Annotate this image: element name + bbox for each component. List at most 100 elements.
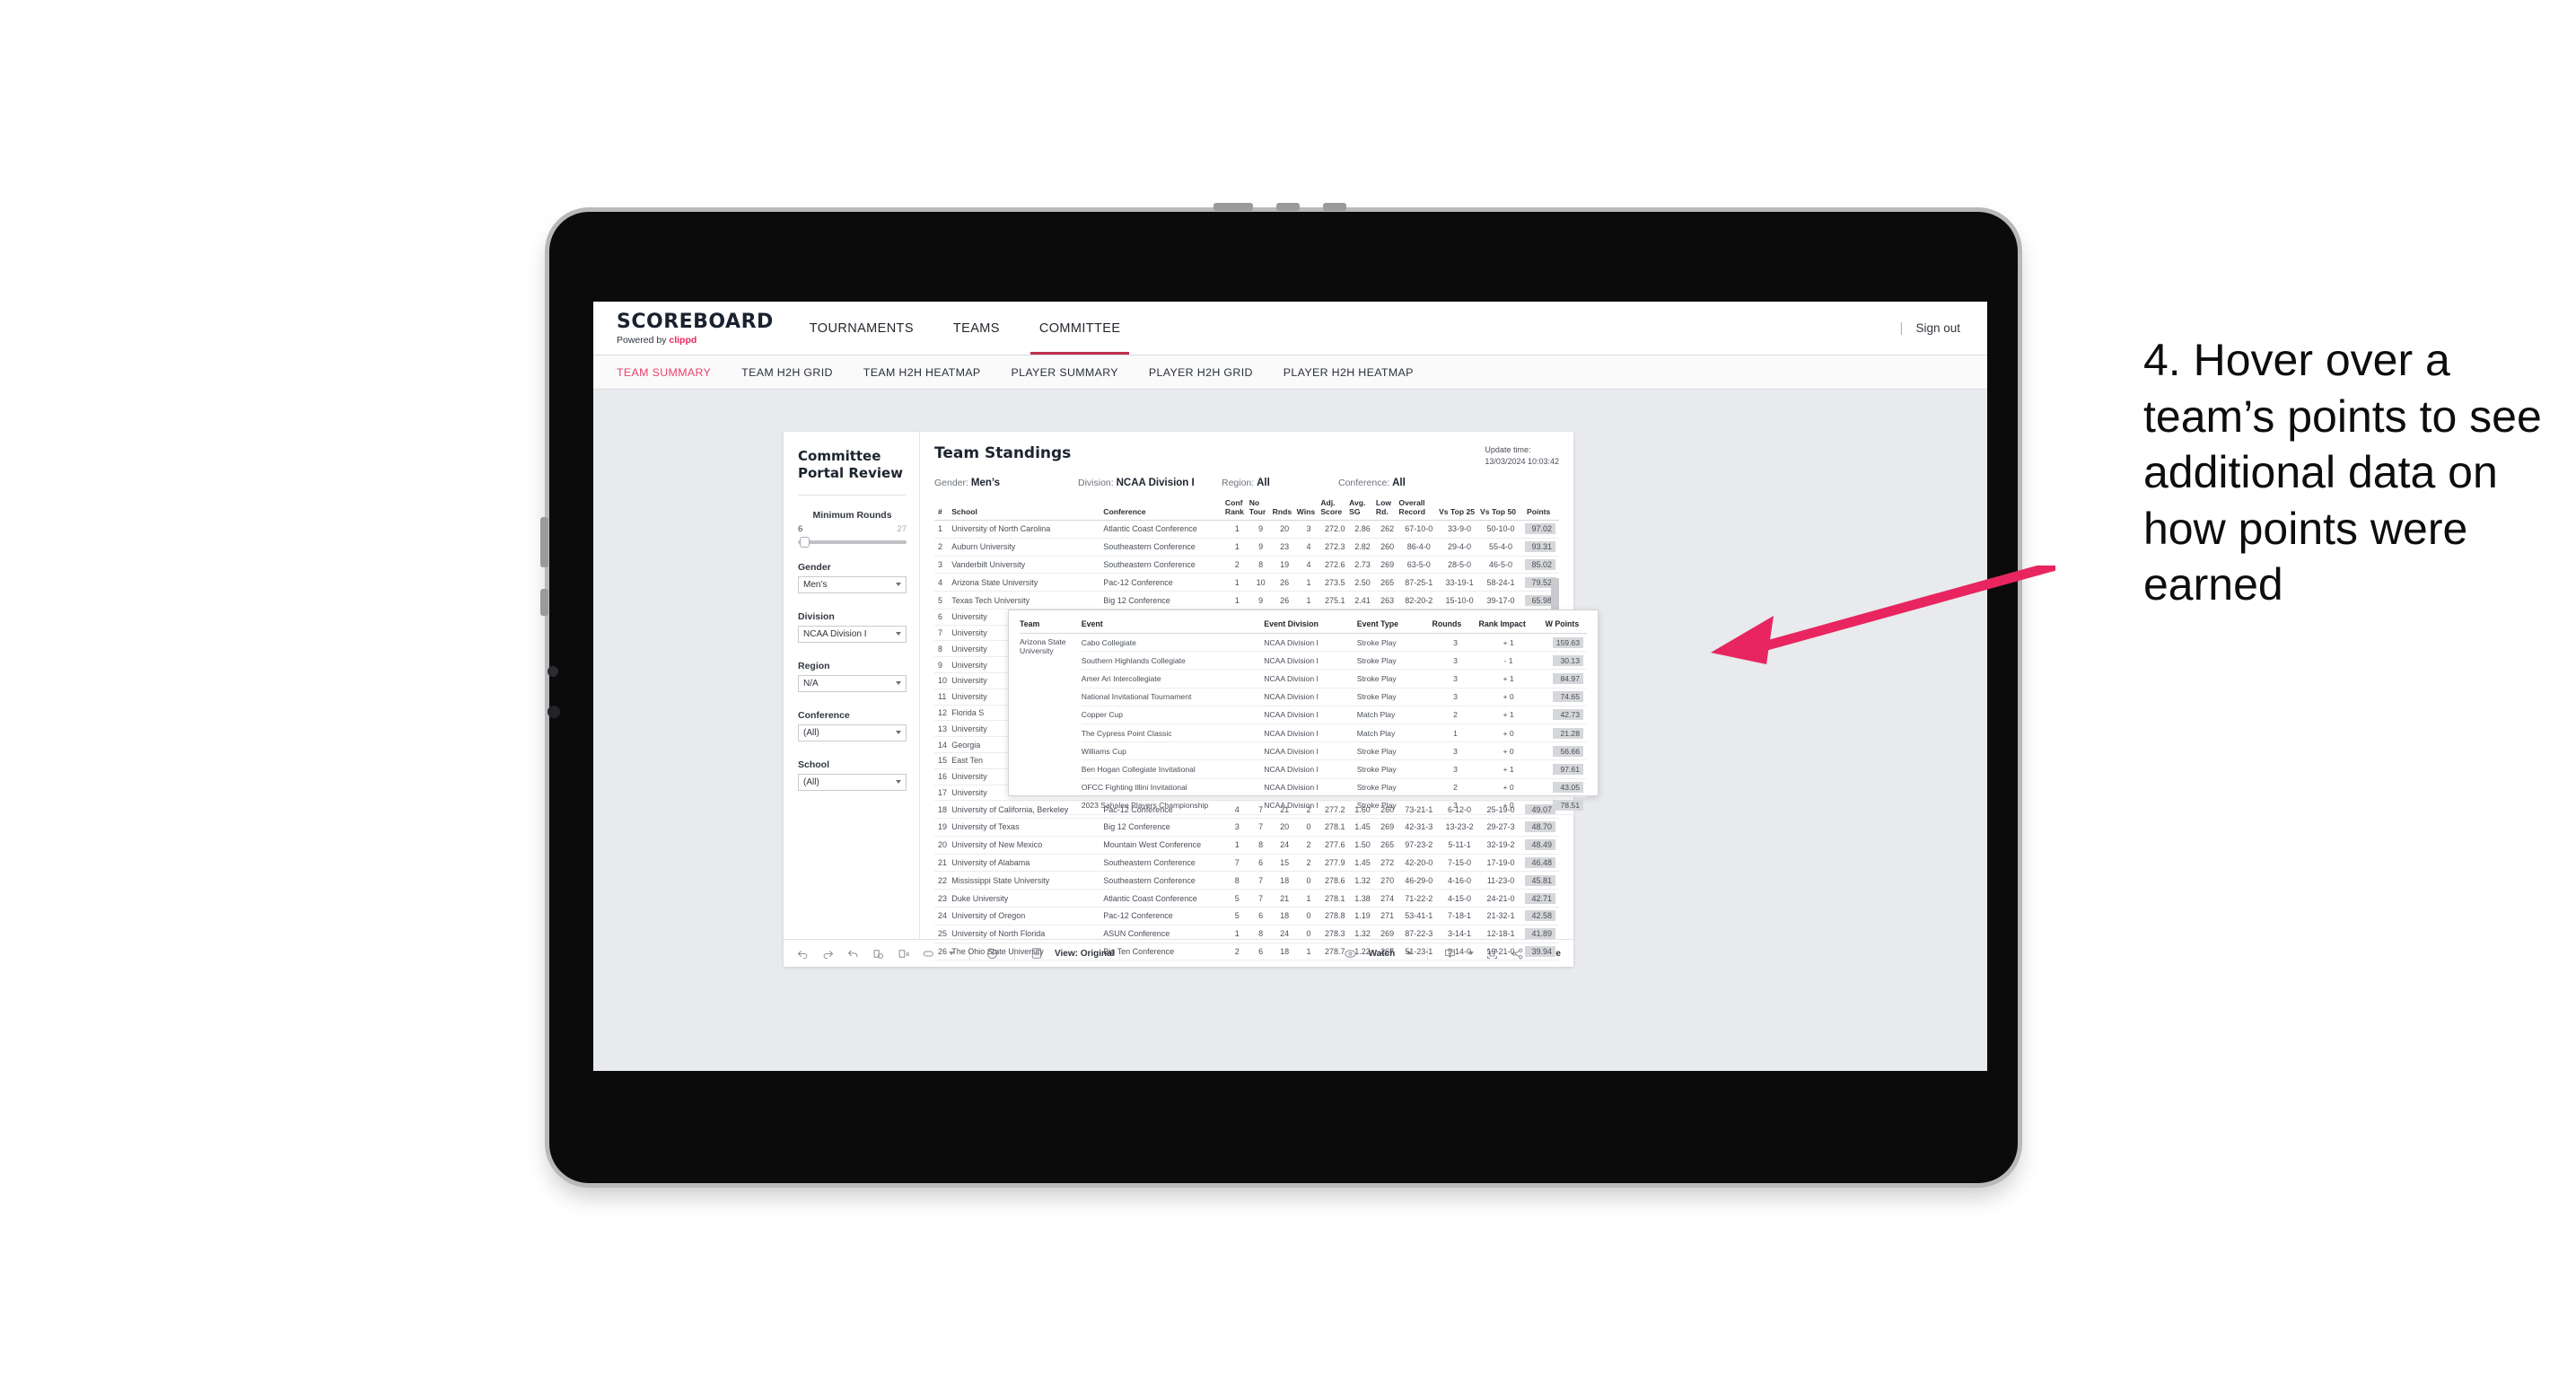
cell-points[interactable]: 41.89 — [1521, 925, 1559, 943]
cell-points[interactable]: 42.58 — [1521, 907, 1559, 925]
cell-wins: 4 — [1296, 538, 1321, 557]
cell-record: 42-20-0 — [1398, 854, 1440, 873]
undo-icon[interactable] — [796, 947, 810, 961]
cell-points[interactable]: 45.81 — [1521, 871, 1559, 890]
nav-item-committee[interactable]: COMMITTEE — [1020, 302, 1141, 355]
division-select[interactable]: NCAA Division I — [798, 625, 907, 643]
refresh-data-icon[interactable] — [872, 947, 885, 961]
tab-team-summary[interactable]: TEAM SUMMARY — [617, 366, 711, 379]
points-value[interactable]: 42.71 — [1525, 892, 1555, 904]
minimum-rounds-slider[interactable] — [798, 536, 907, 548]
col-avg-sg[interactable]: Avg. SG — [1349, 498, 1376, 522]
col-low-rd[interactable]: Low Rd. — [1375, 498, 1399, 522]
table-row[interactable]: 1 University of North Carolina Atlantic Co… — [934, 520, 1559, 539]
cell-points[interactable]: 39.94 — [1521, 943, 1559, 961]
cell-points[interactable]: 48.70 — [1521, 818, 1559, 837]
school-select[interactable]: (All) — [798, 773, 907, 791]
table-row[interactable]: 19 University of Texas Big 12 Conference 3 7… — [934, 818, 1559, 837]
table-row[interactable]: 26 The Ohio State University Big Ten Confe… — [934, 943, 1559, 961]
table-row[interactable]: 21 University of Alabama Southeastern Conf… — [934, 854, 1559, 873]
cell-record: 63-5-0 — [1398, 556, 1440, 575]
pause-updates-icon[interactable] — [897, 947, 910, 961]
col-rnds[interactable]: Rnds — [1272, 499, 1297, 522]
signout-link[interactable]: Sign out — [1915, 321, 1960, 335]
points-value[interactable]: 41.89 — [1525, 928, 1555, 940]
slider-handle[interactable] — [800, 536, 810, 548]
nav-item-teams[interactable]: TEAMS — [933, 302, 1020, 355]
cell-low-rd: 269 — [1375, 925, 1399, 943]
nav-divider: | — [1899, 320, 1904, 336]
cell-rnds: 18 — [1272, 871, 1297, 890]
tooltip-cell-w-points: 159.63 — [1538, 633, 1587, 653]
table-row[interactable]: 23 Duke University Atlantic Coast Conferen… — [934, 889, 1559, 908]
dashboard-canvas: Committee Portal Review Minimum Rounds 6… — [593, 390, 1987, 1071]
tab-team-h2h-grid[interactable]: TEAM H2H GRID — [741, 366, 833, 379]
tooltip-cell-w-points: 56.66 — [1538, 741, 1587, 761]
cell-no-tour: 9 — [1249, 591, 1273, 610]
col-conf-rank[interactable]: Conf Rank — [1224, 498, 1249, 522]
cell-avg-sg: 1.32 — [1349, 925, 1376, 943]
table-row[interactable]: 4 Arizona State University Pac-12 Conferen… — [934, 573, 1559, 592]
col-vs-top-50[interactable]: Vs Top 50 — [1480, 499, 1522, 522]
cell-points[interactable]: 93.31 — [1521, 538, 1559, 557]
cell-conf-rank: 1 — [1224, 538, 1249, 557]
cell-adj-score: 275.1 — [1320, 591, 1350, 610]
points-value[interactable]: 42.58 — [1525, 910, 1555, 922]
table-row[interactable]: 5 Texas Tech University Big 12 Conference 1… — [934, 591, 1559, 610]
col-school[interactable]: School — [951, 499, 1104, 522]
redo-icon[interactable] — [821, 947, 835, 961]
table-row[interactable]: 25 University of North Florida ASUN Confer… — [934, 925, 1559, 943]
points-value[interactable]: 39.94 — [1525, 945, 1555, 957]
nav-item-tournaments[interactable]: TOURNAMENTS — [790, 302, 933, 355]
cell-points[interactable]: 46.48 — [1521, 854, 1559, 873]
tab-player-h2h-grid[interactable]: PLAYER H2H GRID — [1149, 366, 1253, 379]
gender-select[interactable]: Men’s — [798, 575, 907, 593]
cell-points[interactable]: 48.49 — [1521, 836, 1559, 855]
points-value[interactable]: 85.02 — [1525, 558, 1555, 570]
cell-rnds: 26 — [1272, 573, 1297, 592]
region-select[interactable]: N/A — [798, 674, 907, 692]
cell-conf-rank: 1 — [1224, 520, 1249, 539]
points-value[interactable]: 93.31 — [1525, 541, 1555, 553]
table-row[interactable]: 20 University of New Mexico Mountain West … — [934, 836, 1559, 855]
cell-rnds: 24 — [1272, 836, 1297, 855]
table-row[interactable]: 24 University of Oregon Pac-12 Conference 5… — [934, 907, 1559, 925]
col-points[interactable]: Points — [1521, 499, 1559, 522]
conference-select[interactable]: (All) — [798, 724, 907, 741]
points-value[interactable]: 48.70 — [1525, 821, 1555, 833]
points-value[interactable]: 48.49 — [1525, 839, 1555, 851]
tooltip-cell-division: NCAA Division I — [1264, 741, 1357, 761]
panel-divider — [798, 494, 907, 496]
tab-player-h2h-heatmap[interactable]: PLAYER H2H HEATMAP — [1284, 366, 1414, 379]
cell-points[interactable]: 42.71 — [1521, 889, 1559, 908]
table-row[interactable]: 22 Mississippi State University Southeaste… — [934, 871, 1559, 890]
col-overall-record[interactable]: Overall Record — [1398, 498, 1440, 522]
brand-title: SCOREBOARD — [617, 311, 774, 333]
tooltip-cell-division: NCAA Division I — [1264, 724, 1357, 743]
cell-conference: Southeastern Conference — [1103, 871, 1225, 890]
brand-logo[interactable]: SCOREBOARD Powered by clippd — [593, 302, 790, 355]
tab-team-h2h-heatmap[interactable]: TEAM H2H HEATMAP — [863, 366, 981, 379]
col-conference[interactable]: Conference — [1103, 499, 1225, 522]
col-adj-score[interactable]: Adj. Score — [1320, 498, 1350, 522]
cell-record: 53-41-1 — [1398, 907, 1440, 925]
col-rank[interactable]: # — [934, 499, 952, 522]
revert-icon[interactable] — [846, 947, 860, 961]
tooltip-header-row: Team Event Event Division Event Type Rou… — [1020, 619, 1587, 634]
update-time-value: 13/03/2024 10:03:42 — [1485, 457, 1559, 467]
table-row[interactable]: 3 Vanderbilt University Southeastern Confe… — [934, 556, 1559, 575]
cell-points[interactable]: 97.02 — [1521, 520, 1559, 539]
points-value[interactable]: 97.02 — [1525, 523, 1555, 535]
cell-avg-sg: 1.50 — [1349, 836, 1376, 855]
cell-no-tour: 6 — [1249, 907, 1273, 925]
col-wins[interactable]: Wins — [1296, 499, 1321, 522]
col-no-tour[interactable]: No Tour — [1249, 498, 1273, 522]
region-label: Region — [798, 660, 830, 671]
cell-points[interactable]: 85.02 — [1521, 556, 1559, 575]
col-vs-top-25[interactable]: Vs Top 25 — [1439, 499, 1481, 522]
points-value[interactable]: 45.81 — [1525, 874, 1555, 886]
tab-player-summary[interactable]: PLAYER SUMMARY — [1011, 366, 1117, 379]
table-row[interactable]: 2 Auburn University Southeastern Conferenc… — [934, 538, 1559, 557]
points-value[interactable]: 46.48 — [1525, 857, 1555, 869]
tooltip-cell-w-points: 21.28 — [1538, 724, 1587, 743]
